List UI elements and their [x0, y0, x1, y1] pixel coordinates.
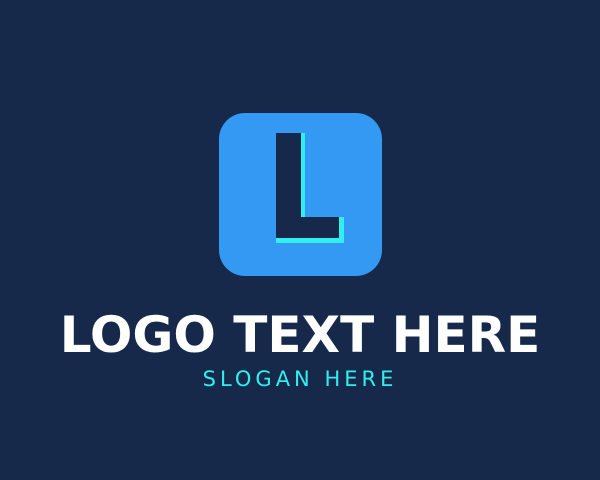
- logo-name: LOGO TEXT HERE: [59, 306, 541, 364]
- letter-l-icon: [219, 113, 382, 276]
- logo-slogan: SLOGAN HERE: [202, 367, 398, 391]
